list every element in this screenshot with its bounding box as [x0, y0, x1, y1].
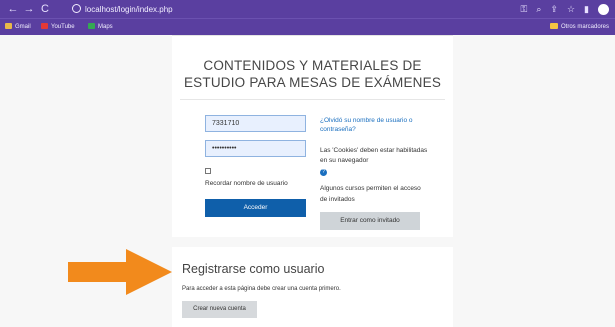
- star-icon[interactable]: ☆: [567, 2, 575, 16]
- guest-access-notice: Algunos cursos permiten el acceso de inv…: [320, 185, 421, 203]
- side-panel-icon[interactable]: ▮: [584, 2, 589, 16]
- cookies-notice: Las 'Cookies' deben estar habilitadas en…: [320, 147, 428, 164]
- profile-avatar[interactable]: [598, 3, 609, 15]
- signup-panel: Registrarse como usuario Para acceder a …: [172, 247, 453, 327]
- help-icon[interactable]: ?: [320, 169, 327, 176]
- login-button[interactable]: Acceder: [205, 199, 306, 217]
- create-account-button[interactable]: Crear nueva cuenta: [182, 301, 257, 318]
- bookmark-gmail[interactable]: Gmail: [5, 22, 31, 33]
- back-icon[interactable]: ←: [6, 2, 20, 16]
- youtube-icon: [41, 23, 48, 29]
- reload-icon[interactable]: C: [38, 2, 52, 16]
- bookmark-youtube[interactable]: YouTube: [41, 22, 75, 33]
- bookmarks-bar: Gmail YouTube Maps Otros marcadores: [0, 18, 615, 35]
- remember-username-checkbox[interactable]: [205, 168, 211, 174]
- divider: [180, 99, 445, 100]
- login-panel: CONTENIDOS Y MATERIALES DE ESTUDIO PARA …: [172, 35, 453, 237]
- gmail-icon: [5, 23, 12, 29]
- address-bar[interactable]: localhost/login/index.php: [72, 3, 173, 16]
- maps-icon: [88, 23, 95, 29]
- site-title: CONTENIDOS Y MATERIALES DE ESTUDIO PARA …: [183, 58, 442, 90]
- remember-username-label: Recordar nombre de usuario: [205, 180, 288, 187]
- forgot-credentials-link[interactable]: ¿Olvidó su nombre de usuario o contraseñ…: [320, 116, 428, 134]
- share-icon[interactable]: ⇪: [550, 2, 558, 16]
- key-icon[interactable]: ⚿: [521, 2, 528, 16]
- pointer-arrow-icon: [68, 249, 172, 295]
- guest-login-button[interactable]: Entrar como invitado: [320, 212, 420, 230]
- zoom-icon[interactable]: ⌕: [536, 2, 541, 16]
- bookmark-maps[interactable]: Maps: [88, 22, 113, 33]
- password-input[interactable]: ••••••••••: [205, 140, 306, 157]
- other-bookmarks[interactable]: Otros marcadores: [549, 22, 609, 33]
- folder-icon: [549, 23, 558, 29]
- browser-actions: ⚿ ⌕ ⇪ ☆ ▮: [521, 2, 609, 16]
- username-input[interactable]: 7331710: [205, 115, 306, 132]
- signup-note: Para acceder a esta página debe crear un…: [182, 286, 341, 292]
- url-text: localhost/login/index.php: [85, 5, 173, 14]
- signup-heading: Registrarse como usuario: [182, 262, 325, 276]
- forward-icon[interactable]: →: [22, 2, 36, 16]
- site-info-icon[interactable]: [72, 4, 81, 13]
